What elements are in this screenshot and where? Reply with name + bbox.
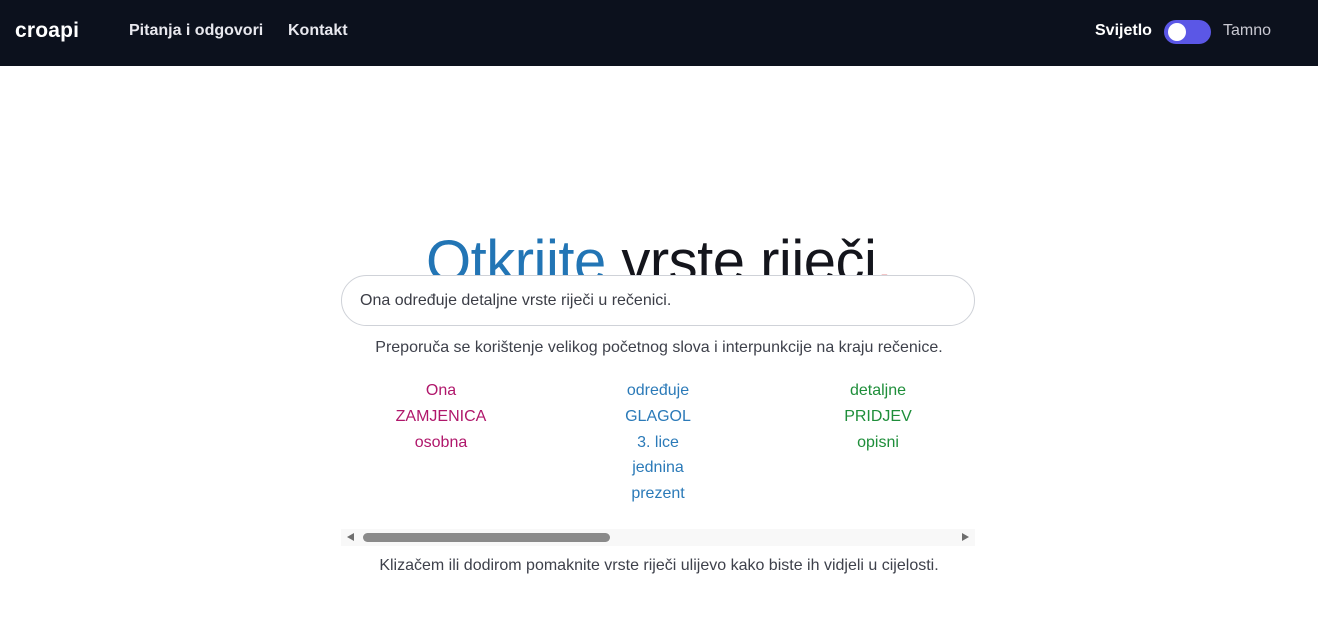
- word-column: Ona ZAMJENICA osobna: [341, 378, 541, 455]
- word-text: određuje: [626, 382, 690, 399]
- word-attribute: opisni: [857, 433, 899, 451]
- theme-toggle[interactable]: [1164, 20, 1211, 44]
- word-attribute: prezent: [631, 485, 685, 503]
- scrollbar-thumb[interactable]: [363, 533, 610, 542]
- brand-logo[interactable]: croapi: [15, 19, 79, 43]
- word-type: ZAMJENICA: [395, 407, 487, 425]
- word-column: određuje GLAGOL 3. lice jednina prezent: [558, 378, 758, 507]
- word-text: detaljne: [849, 382, 907, 399]
- word-text: Ona: [425, 382, 457, 399]
- word-attribute: jednina: [632, 459, 684, 477]
- word-attribute: osobna: [414, 433, 468, 451]
- scroll-left-arrow-icon[interactable]: [347, 533, 354, 541]
- word-column: detaljne PRIDJEV opisni: [778, 378, 975, 455]
- input-hint: Preporuča se korištenje velikog početnog…: [375, 339, 943, 356]
- sentence-input[interactable]: [341, 275, 975, 326]
- top-navbar: croapi Pitanja i odgovori Kontakt Svijet…: [0, 0, 1318, 66]
- nav-link-contact[interactable]: Kontakt: [288, 22, 348, 40]
- toggle-knob: [1168, 23, 1186, 41]
- horizontal-scrollbar[interactable]: [341, 529, 975, 546]
- word-types-panel: Ona ZAMJENICA osobna određuje GLAGOL 3. …: [341, 378, 975, 518]
- nav-link-faq[interactable]: Pitanja i odgovori: [129, 22, 263, 40]
- theme-light-label: Svijetlo: [1095, 22, 1152, 39]
- theme-dark-label: Tamno: [1223, 22, 1272, 39]
- word-type: PRIDJEV: [844, 407, 912, 425]
- scroll-hint: Klizačem ili dodirom pomaknite vrste rij…: [379, 557, 939, 574]
- word-attribute: 3. lice: [637, 433, 679, 451]
- word-type: GLAGOL: [625, 407, 691, 425]
- scroll-right-arrow-icon[interactable]: [962, 533, 969, 541]
